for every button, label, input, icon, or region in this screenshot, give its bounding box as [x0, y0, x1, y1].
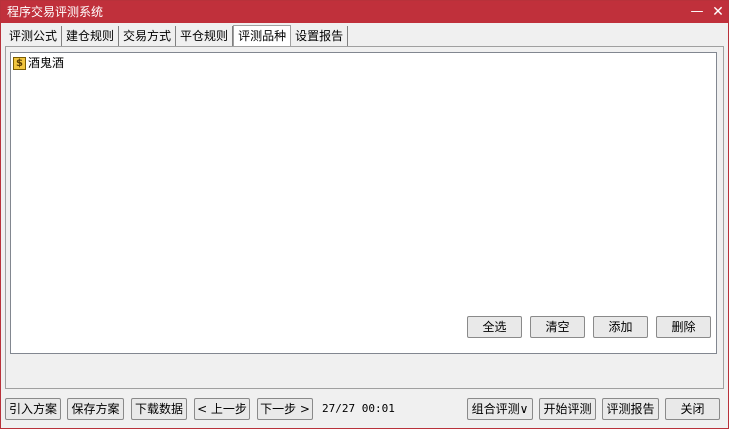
progress-status: 27/27 00:01: [322, 402, 395, 415]
select-all-button[interactable]: 全选: [467, 316, 522, 338]
clear-button[interactable]: 清空: [530, 316, 585, 338]
next-step-button[interactable]: 下一步 >: [257, 398, 313, 420]
evaluation-window: 程序交易评测系统 — ✕ 评测公式 建仓规则 交易方式 平仓规则 评测品种 设置…: [0, 0, 729, 429]
title-bar[interactable]: 程序交易评测系统 — ✕: [1, 1, 728, 23]
tab-bar: 评测公式 建仓规则 交易方式 平仓规则 评测品种 设置报告: [5, 25, 349, 47]
tab-close-rules[interactable]: 平仓规则: [176, 26, 234, 46]
list-item-label: 酒鬼酒: [28, 56, 65, 70]
add-button[interactable]: 添加: [593, 316, 648, 338]
window-title: 程序交易评测系统: [7, 5, 104, 19]
prev-step-button[interactable]: < 上一步: [194, 398, 250, 420]
download-data-button[interactable]: 下载数据: [131, 398, 187, 420]
start-eval-button[interactable]: 开始评测: [539, 398, 596, 420]
dollar-stock-icon: $: [13, 56, 26, 70]
symbol-list[interactable]: $ 酒鬼酒: [10, 52, 717, 354]
import-plan-button[interactable]: 引入方案: [5, 398, 61, 420]
tab-formula[interactable]: 评测公式: [5, 26, 63, 46]
tab-report-settings[interactable]: 设置报告: [291, 26, 349, 46]
tab-open-rules[interactable]: 建仓规则: [62, 26, 120, 46]
eval-report-button[interactable]: 评测报告: [602, 398, 659, 420]
minimize-icon[interactable]: —: [688, 3, 706, 21]
close-icon[interactable]: ✕: [709, 3, 727, 21]
combo-eval-button[interactable]: 组合评测∨: [467, 398, 533, 420]
tab-eval-symbols[interactable]: 评测品种: [233, 25, 292, 47]
close-button[interactable]: 关闭: [665, 398, 720, 420]
save-plan-button[interactable]: 保存方案: [67, 398, 124, 420]
list-item[interactable]: $ 酒鬼酒: [13, 55, 64, 71]
tab-trade-mode[interactable]: 交易方式: [119, 26, 177, 46]
delete-button[interactable]: 删除: [656, 316, 711, 338]
